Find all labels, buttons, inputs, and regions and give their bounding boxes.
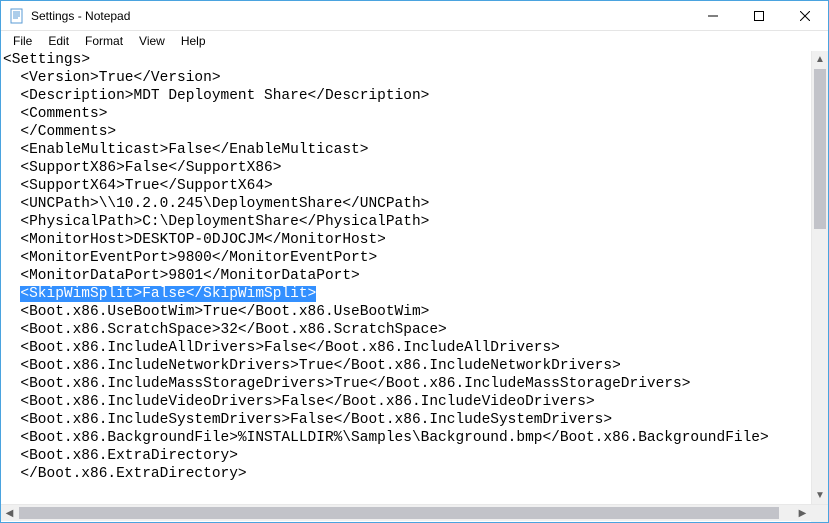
text-line: <SupportX64>True</SupportX64> <box>3 177 809 195</box>
titlebar: Settings - Notepad <box>1 1 828 31</box>
text-line: </Boot.x86.ExtraDirectory> <box>3 465 809 483</box>
text-line: <PhysicalPath>C:\DeploymentShare</Physic… <box>3 213 809 231</box>
text-line: <Boot.x86.IncludeNetworkDrivers>True</Bo… <box>3 357 809 375</box>
scroll-left-icon[interactable]: ◀ <box>1 505 18 522</box>
menu-help[interactable]: Help <box>173 32 214 50</box>
text-line: <SkipWimSplit>False</SkipWimSplit> <box>3 285 809 303</box>
text-line: <EnableMulticast>False</EnableMulticast> <box>3 141 809 159</box>
text-area[interactable]: <Settings><Version>True</Version><Descri… <box>1 51 811 504</box>
menu-view[interactable]: View <box>131 32 173 50</box>
scroll-down-icon[interactable]: ▼ <box>812 487 828 504</box>
close-button[interactable] <box>782 1 828 30</box>
text-line: </Comments> <box>3 123 809 141</box>
maximize-button[interactable] <box>736 1 782 30</box>
menubar: File Edit Format View Help <box>1 31 828 51</box>
text-line: <Boot.x86.IncludeMassStorageDrivers>True… <box>3 375 809 393</box>
selected-text: <SkipWimSplit>False</SkipWimSplit> <box>20 286 316 302</box>
notepad-app-icon <box>9 8 25 24</box>
scroll-right-icon[interactable]: ▶ <box>794 505 811 522</box>
text-line: <Description>MDT Deployment Share</Descr… <box>3 87 809 105</box>
text-line: <MonitorHost>DESKTOP-0DJOCJM</MonitorHos… <box>3 231 809 249</box>
text-line: <UNCPath>\\10.2.0.245\DeploymentShare</U… <box>3 195 809 213</box>
window-controls <box>690 1 828 30</box>
menu-format[interactable]: Format <box>77 32 131 50</box>
text-line: <MonitorDataPort>9801</MonitorDataPort> <box>3 267 809 285</box>
text-line: <Boot.x86.UseBootWim>True</Boot.x86.UseB… <box>3 303 809 321</box>
scroll-up-icon[interactable]: ▲ <box>812 51 828 68</box>
scrollbar-corner <box>811 505 828 522</box>
text-line: <Boot.x86.BackgroundFile>%INSTALLDIR%\Sa… <box>3 429 809 447</box>
text-line: <Settings> <box>3 51 809 69</box>
text-line: <Boot.x86.ExtraDirectory> <box>3 447 809 465</box>
vertical-scroll-thumb[interactable] <box>814 69 826 229</box>
minimize-button[interactable] <box>690 1 736 30</box>
text-line: <Boot.x86.IncludeVideoDrivers>False</Boo… <box>3 393 809 411</box>
text-line: <Boot.x86.ScratchSpace>32</Boot.x86.Scra… <box>3 321 809 339</box>
menu-file[interactable]: File <box>5 32 40 50</box>
text-line: <MonitorEventPort>9800</MonitorEventPort… <box>3 249 809 267</box>
window-title: Settings - Notepad <box>31 9 690 23</box>
text-line: <Version>True</Version> <box>3 69 809 87</box>
text-line: <SupportX86>False</SupportX86> <box>3 159 809 177</box>
horizontal-scroll-thumb[interactable] <box>19 507 779 519</box>
vertical-scrollbar[interactable]: ▲ ▼ <box>811 51 828 504</box>
text-line: <Boot.x86.IncludeAllDrivers>False</Boot.… <box>3 339 809 357</box>
text-line: <Boot.x86.IncludeSystemDrivers>False</Bo… <box>3 411 809 429</box>
menu-edit[interactable]: Edit <box>40 32 77 50</box>
horizontal-scrollbar[interactable]: ◀ ▶ <box>1 504 828 521</box>
text-line: <Comments> <box>3 105 809 123</box>
